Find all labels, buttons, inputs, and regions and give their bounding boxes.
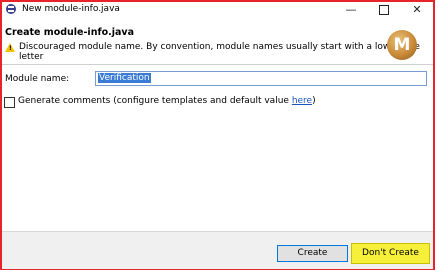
maximize-button[interactable] [368,2,400,18]
create-button[interactable]: Create [277,245,348,262]
module-name-input[interactable]: Verification [95,71,427,86]
dont-create-button[interactable]: Don't Create [351,243,430,264]
eclipse-icon [6,4,16,14]
generate-comments-suffix: ) [312,96,316,106]
warning-icon: ! [5,43,15,52]
maximize-icon [379,5,389,15]
module-name-value: Verification [98,73,151,83]
dialog-body: Module name: Verification Generate comme… [2,65,433,231]
module-logo: M [387,30,417,60]
window-title: New module-info.java [22,4,120,14]
title-bar: New module-info.java — ✕ [2,2,433,18]
warning-message: Discouraged module name. By convention, … [19,42,420,62]
templates-link[interactable]: here [292,96,312,106]
button-bar: Create Don't Create [2,231,433,269]
header-title: Create module-info.java [5,27,134,38]
dialog-header: Create module-info.java ! Discouraged mo… [2,18,433,65]
generate-comments-label: Generate comments (configure templates a… [18,96,316,106]
minimize-button[interactable]: — [335,2,367,18]
module-name-label: Module name: [5,74,70,84]
generate-comments-text: Generate comments (configure templates a… [18,96,292,106]
close-button[interactable]: ✕ [401,2,433,18]
generate-comments-checkbox[interactable] [4,97,15,108]
